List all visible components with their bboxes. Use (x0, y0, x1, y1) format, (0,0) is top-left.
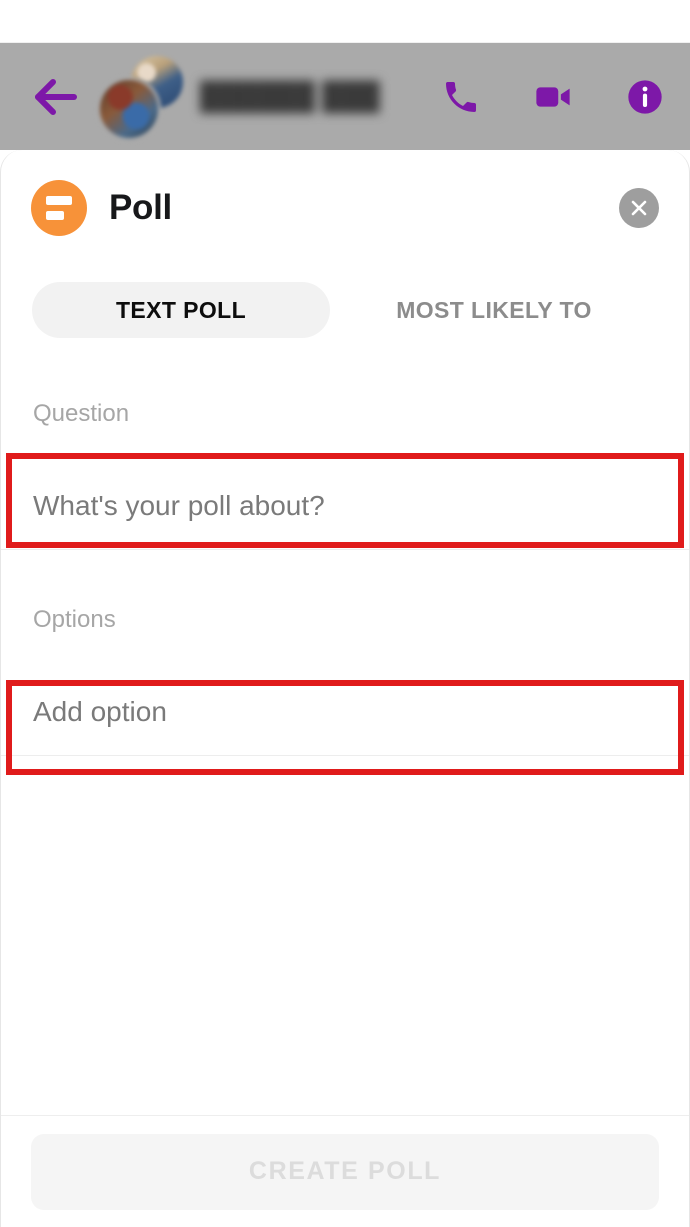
tab-text-poll[interactable]: TEXT POLL (32, 282, 330, 338)
close-icon[interactable] (619, 188, 659, 228)
poll-bars-icon (31, 180, 87, 236)
question-input[interactable]: What's your poll about? (1, 462, 689, 550)
chat-header: ██████ ███ (0, 43, 690, 150)
info-icon[interactable] (622, 74, 668, 120)
top-strip (0, 0, 690, 43)
poll-sheet-header: Poll (1, 150, 689, 266)
poll-footer: CREATE POLL (1, 1115, 689, 1227)
page-title: Poll (109, 188, 172, 227)
option-input[interactable]: Add option (1, 668, 689, 756)
video-call-icon[interactable] (530, 74, 576, 120)
poll-bar-bottom (46, 211, 64, 220)
options-label: Options (33, 606, 116, 633)
header-actions (438, 74, 668, 120)
question-label: Question (33, 400, 130, 427)
avatar-group[interactable] (98, 54, 190, 140)
poll-sheet: Poll TEXT POLL MOST LIKELY TO Question W… (0, 150, 690, 1227)
create-poll-button[interactable]: CREATE POLL (31, 1133, 659, 1210)
call-icon[interactable] (438, 74, 484, 120)
app-screen: ██████ ███ Poll TEXT POLL MOST LIKELY TO… (0, 0, 690, 1227)
back-arrow-icon[interactable] (30, 71, 82, 123)
tab-most-likely-to[interactable]: MOST LIKELY TO (330, 282, 658, 338)
poll-type-tabs: TEXT POLL MOST LIKELY TO (1, 282, 689, 338)
chat-title[interactable]: ██████ ███ (200, 80, 390, 114)
avatar (100, 79, 158, 138)
poll-bar-top (46, 196, 72, 205)
